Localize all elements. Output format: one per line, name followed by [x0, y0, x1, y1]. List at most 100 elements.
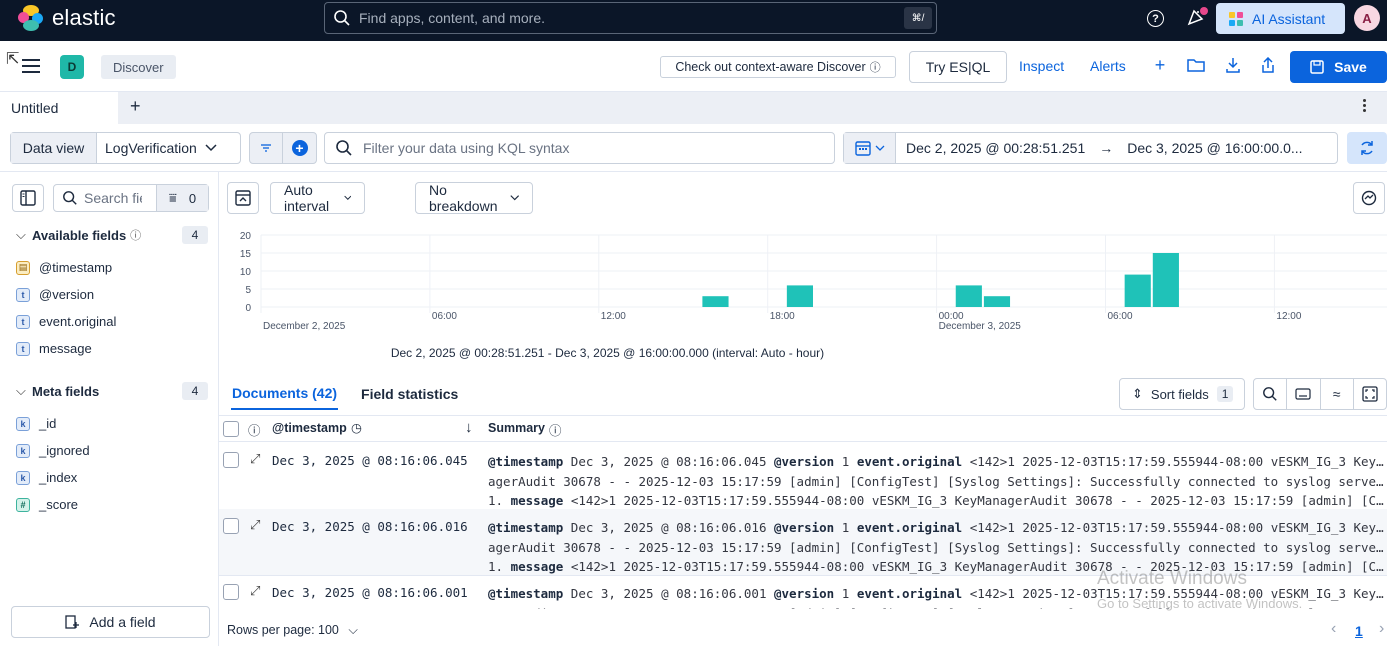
ai-assistant-button[interactable]: AI Assistant: [1216, 3, 1345, 34]
column-header-summary[interactable]: Summary: [488, 421, 545, 435]
field-item[interactable]: k _ignored: [16, 443, 90, 458]
field-item[interactable]: t @version: [16, 287, 94, 302]
page-number[interactable]: 1: [1355, 623, 1363, 639]
help-icon: ⓘ: [549, 424, 562, 438]
available-fields-label: Available fields: [32, 227, 127, 243]
grid-header: ⓘ @timestamp ◷ ↓ Summary ⓘ: [219, 416, 1387, 442]
column-header-timestamp[interactable]: @timestamp: [272, 421, 347, 435]
query-bar: Data view LogVerification + Filter your …: [0, 124, 1387, 172]
available-fields-count: 4: [182, 226, 208, 244]
interval-dropdown[interactable]: Auto interval: [270, 182, 366, 214]
refresh-button[interactable]: [1347, 132, 1387, 164]
add-filter-button[interactable]: +: [283, 133, 316, 163]
field-name: @version: [39, 287, 95, 302]
table-row[interactable]: ⤢ Dec 3, 2025 @ 08:16:06.001 @timestamp De…: [219, 575, 1387, 609]
fullscreen-icon[interactable]: [1354, 379, 1386, 409]
date-end[interactable]: Dec 3, 2025 @ 16:00:00.0...: [1127, 140, 1302, 156]
field-type-text-icon: t: [16, 341, 30, 356]
row-timestamp: Dec 3, 2025 @ 08:16:06.016: [272, 519, 468, 534]
sort-fields-count: 1: [1216, 386, 1234, 402]
rows-per-page-selector[interactable]: Rows per page: 100 ⌵: [227, 623, 358, 638]
document-tabs: Documents (42) Field statistics: [231, 378, 481, 410]
global-search-input[interactable]: Find apps, content, and more. ⌘/: [324, 2, 937, 34]
arrow-right-icon: →: [1099, 140, 1114, 156]
add-field-button[interactable]: Add a field: [11, 606, 210, 638]
tab-untitled[interactable]: Untitled: [0, 92, 118, 124]
breadcrumb-discover[interactable]: Discover: [101, 55, 176, 79]
menu-icon[interactable]: [22, 59, 40, 73]
sort-descending-icon[interactable]: ↓: [465, 419, 473, 436]
row-checkbox[interactable]: [223, 452, 239, 468]
inspect-link[interactable]: Inspect: [1019, 58, 1064, 74]
meta-fields-header[interactable]: ⌵ Meta fields 4: [16, 381, 208, 401]
table-row[interactable]: ⤢ Dec 3, 2025 @ 08:16:06.045 @timestamp De…: [219, 443, 1387, 510]
app-header: ⇱ D Discover Check out context-aware Dis…: [0, 41, 1387, 92]
save-label: Save: [1334, 59, 1367, 75]
toggle-chart-icon[interactable]: [227, 182, 259, 214]
histogram-caption: Dec 2, 2025 @ 00:28:51.251 - Dec 3, 2025…: [390, 346, 825, 360]
elastic-logo[interactable]: elastic: [18, 5, 116, 31]
field-list-sidebar: Search field names ⩸ 0 ⌵ Available field…: [0, 172, 219, 646]
grid-toolbar: ≈: [1253, 378, 1387, 410]
table-row[interactable]: ⤢ Dec 3, 2025 @ 08:16:06.016 @timestamp De…: [219, 509, 1387, 576]
tab-documents[interactable]: Documents (42): [231, 378, 339, 410]
sort-fields-button[interactable]: ⇕ Sort fields 1: [1119, 378, 1245, 410]
breakdown-dropdown[interactable]: No breakdown: [415, 182, 534, 214]
sidebar-toggle-icon[interactable]: [12, 184, 44, 212]
chevron-down-icon: [343, 195, 351, 200]
add-tab-button[interactable]: +: [130, 96, 141, 117]
field-name: message: [39, 341, 92, 356]
user-avatar[interactable]: A: [1354, 5, 1380, 31]
info-icon: ⓘ: [130, 230, 142, 242]
visualize-icon[interactable]: [1353, 182, 1385, 214]
row-checkbox[interactable]: [223, 518, 239, 534]
histogram-chart: 20 15 10 5 0 December 2, 2025 06:00 12:00 18:00 0…: [240, 231, 1387, 332]
prev-page-icon[interactable]: ‹: [1331, 620, 1336, 638]
news-feed-icon[interactable]: [1186, 7, 1208, 29]
date-picker[interactable]: Dec 2, 2025 @ 00:28:51.251 → Dec 3, 2025…: [843, 132, 1338, 164]
field-item[interactable]: ▤ @timestamp: [16, 260, 112, 275]
mouse-cursor-icon: ⇱: [6, 51, 20, 68]
download-icon[interactable]: [1223, 55, 1243, 75]
available-fields-header[interactable]: ⌵ Available fields ⓘ 4: [16, 225, 208, 245]
quick-select-button[interactable]: [844, 133, 896, 163]
select-all-checkbox[interactable]: [223, 421, 239, 437]
expand-row-icon[interactable]: ⤢: [250, 583, 260, 599]
kql-query-input[interactable]: Filter your data using KQL syntax: [324, 132, 835, 164]
clock-icon: ◷: [351, 421, 362, 435]
try-esql-button[interactable]: Try ES|QL: [909, 51, 1007, 83]
new-search-icon[interactable]: +: [1150, 55, 1170, 75]
field-item[interactable]: t message: [16, 341, 92, 356]
share-icon[interactable]: [1258, 55, 1278, 75]
date-start[interactable]: Dec 2, 2025 @ 00:28:51.251: [906, 140, 1085, 156]
field-item[interactable]: t event.original: [16, 314, 116, 329]
expand-row-icon[interactable]: ⤢: [250, 517, 260, 533]
summary-line-1: @timestamp Dec 3, 2025 @ 08:16:06.045 @v…: [488, 454, 1385, 469]
tab-field-statistics[interactable]: Field statistics: [360, 378, 459, 410]
field-search-input[interactable]: Search field names ⩸ 0: [53, 184, 209, 212]
field-name: @timestamp: [39, 260, 113, 275]
save-button[interactable]: Save: [1290, 51, 1387, 83]
field-type-date-icon: ▤: [16, 260, 30, 275]
expand-row-icon[interactable]: ⤢: [250, 451, 260, 467]
field-filter-button[interactable]: ⩸ 0: [156, 185, 208, 211]
grid-search-icon[interactable]: [1254, 379, 1288, 409]
field-item[interactable]: # _score: [16, 497, 78, 512]
field-item[interactable]: k _id: [16, 416, 56, 431]
space-avatar[interactable]: D: [60, 55, 84, 79]
help-icon[interactable]: ?: [1147, 10, 1164, 27]
tab-menu-icon[interactable]: [1363, 99, 1367, 114]
keyboard-icon[interactable]: [1287, 379, 1321, 409]
data-view-picker[interactable]: Data view LogVerification: [10, 132, 241, 164]
context-aware-discover-button[interactable]: Check out context-aware Discover ⓘ: [660, 56, 896, 78]
x-tick-label: December 2, 2025: [263, 321, 346, 332]
histogram-bar: [983, 296, 1011, 307]
field-item[interactable]: k _index: [16, 470, 77, 485]
display-settings-icon[interactable]: ≈: [1321, 379, 1354, 409]
filter-menu-icon[interactable]: [250, 133, 284, 163]
x-tick-label: 12:00: [601, 311, 626, 322]
open-folder-icon[interactable]: [1186, 55, 1206, 75]
next-page-icon[interactable]: ›: [1379, 620, 1384, 638]
alerts-link[interactable]: Alerts: [1090, 58, 1126, 74]
row-checkbox[interactable]: [223, 584, 239, 600]
